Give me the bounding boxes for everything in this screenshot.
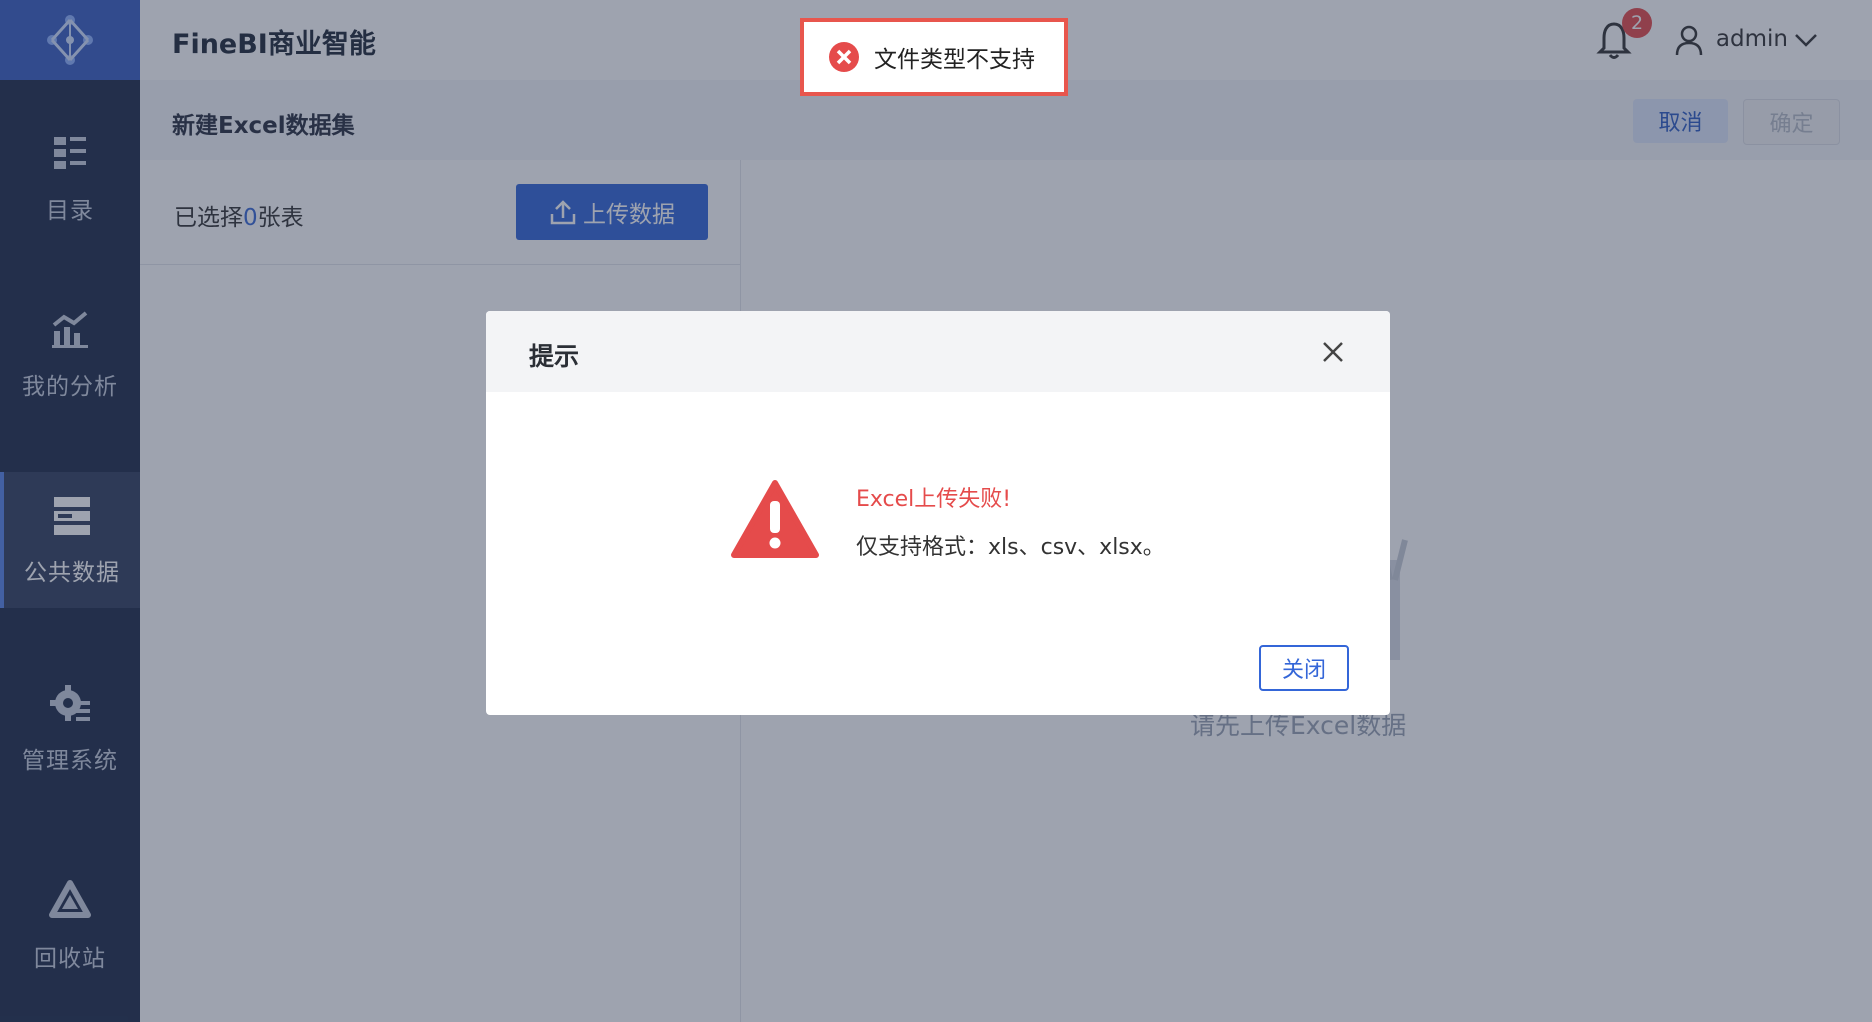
warning-icon (731, 480, 819, 558)
error-detail: 仅支持格式：xls、csv、xlsx。 (856, 535, 1165, 560)
dialog-header: 提示 (486, 311, 1390, 392)
close-button[interactable]: 关闭 (1259, 645, 1349, 691)
toast-message: 文件类型不支持 (874, 47, 1035, 73)
error-circle-icon (829, 42, 859, 72)
error-title: Excel上传失败! (856, 487, 1012, 512)
close-icon[interactable] (1320, 339, 1346, 365)
dialog-title: 提示 (529, 342, 580, 371)
alert-dialog: 提示 Excel上传失败! 仅支持格式：xls、csv、xlsx。 关闭 (486, 311, 1390, 715)
error-toast: 文件类型不支持 (800, 18, 1068, 96)
